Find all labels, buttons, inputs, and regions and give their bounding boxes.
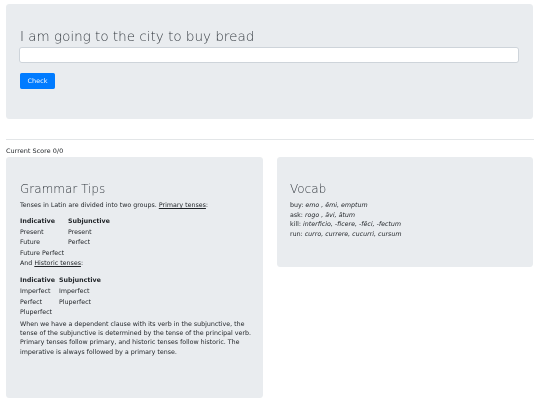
translation-prompt-panel: I am going to the city to buy bread Chec… — [6, 4, 533, 119]
vocab-title: Vocab — [290, 182, 327, 196]
historic-header-subjunctive: Subjunctive — [59, 277, 101, 284]
vocab-english: ask: — [290, 211, 303, 219]
vocab-entry: run: curro, currere, cucurri, cursum — [290, 231, 401, 239]
primary-header-indicative: Indicative — [20, 218, 56, 225]
primary-table-row: Future Perfect — [20, 250, 64, 258]
primary-row-subjunctive: Perfect — [68, 239, 91, 246]
historic-table-row: Pluperfect — [20, 309, 52, 317]
and-text: And — [20, 260, 33, 267]
vocab-latin: curro, currere, cucurri, cursum — [304, 230, 402, 238]
historic-header-indicative: Indicative — [20, 277, 56, 284]
historic-row-indicative: Perfect — [20, 298, 43, 306]
primary-row-subjunctive: Present — [68, 228, 92, 236]
primary-row-indicative: Future — [20, 239, 41, 246]
primary-table-row: Present Present — [20, 228, 92, 237]
subjunctive-explanation: When we have a dependent clause with its… — [20, 321, 251, 356]
historic-row-subjunctive: Imperfect — [59, 288, 90, 295]
vocab-entry: kill: interficio, -ficere, -fēci, -fectu… — [290, 221, 401, 229]
historic-intro: And Historic tenses: — [20, 260, 83, 268]
historic-row-indicative: Pluperfect — [20, 309, 53, 316]
sentence-to-translate: I am going to the city to buy bread — [20, 29, 255, 45]
historic-table-header: Indicative Subjunctive — [20, 277, 101, 285]
vocab-latin: emo , ēmi, emptum — [305, 202, 368, 209]
tenses-intro-text: Tenses in Latin are divided into two gro… — [20, 202, 157, 209]
historic-table-row: Imperfect Imperfect — [20, 288, 89, 296]
historic-colon: : — [80, 260, 84, 267]
grammar-tips-title: Grammar Tips — [20, 182, 106, 196]
historic-row-indicative: Imperfect — [20, 288, 51, 295]
vocab-entry: buy: emo , ēmi, emptum — [290, 202, 368, 210]
vocab-panel: Vocab buy: emo , ēmi, emptum ask: rogo ,… — [277, 157, 533, 267]
primary-table-row: Future Perfect — [20, 239, 90, 247]
primary-tenses-link[interactable]: Primary tenses — [159, 202, 206, 209]
check-button[interactable]: Check — [20, 73, 55, 89]
grammar-tips-panel: Grammar Tips Tenses in Latin are divided… — [6, 157, 263, 398]
current-score: Current Score 0/0 — [6, 147, 64, 155]
primary-row-indicative: Present — [20, 228, 44, 236]
vocab-english: kill: — [290, 221, 302, 228]
primary-header-subjunctive: Subjunctive — [68, 218, 110, 225]
divider — [6, 139, 534, 140]
answer-input[interactable] — [19, 47, 519, 63]
primary-row-indicative: Future Perfect — [20, 249, 65, 257]
primary-table-header: Indicative Subjunctive — [20, 218, 110, 226]
historic-tenses-link[interactable]: Historic tenses — [34, 260, 81, 267]
tenses-intro: Tenses in Latin are divided into two gro… — [20, 202, 208, 210]
vocab-latin: interficio, -ficere, -fēci, -fectum — [303, 221, 401, 228]
vocab-entry: ask: rogo , āvi, ātum — [290, 212, 355, 220]
historic-table-row: Perfect Pluperfect — [20, 298, 91, 307]
vocab-english: run: — [290, 230, 303, 238]
vocab-latin: rogo , āvi, ātum — [304, 211, 356, 219]
historic-row-subjunctive: Pluperfect — [59, 298, 92, 306]
intro-colon: : — [205, 202, 209, 209]
vocab-english: buy: — [290, 202, 304, 209]
